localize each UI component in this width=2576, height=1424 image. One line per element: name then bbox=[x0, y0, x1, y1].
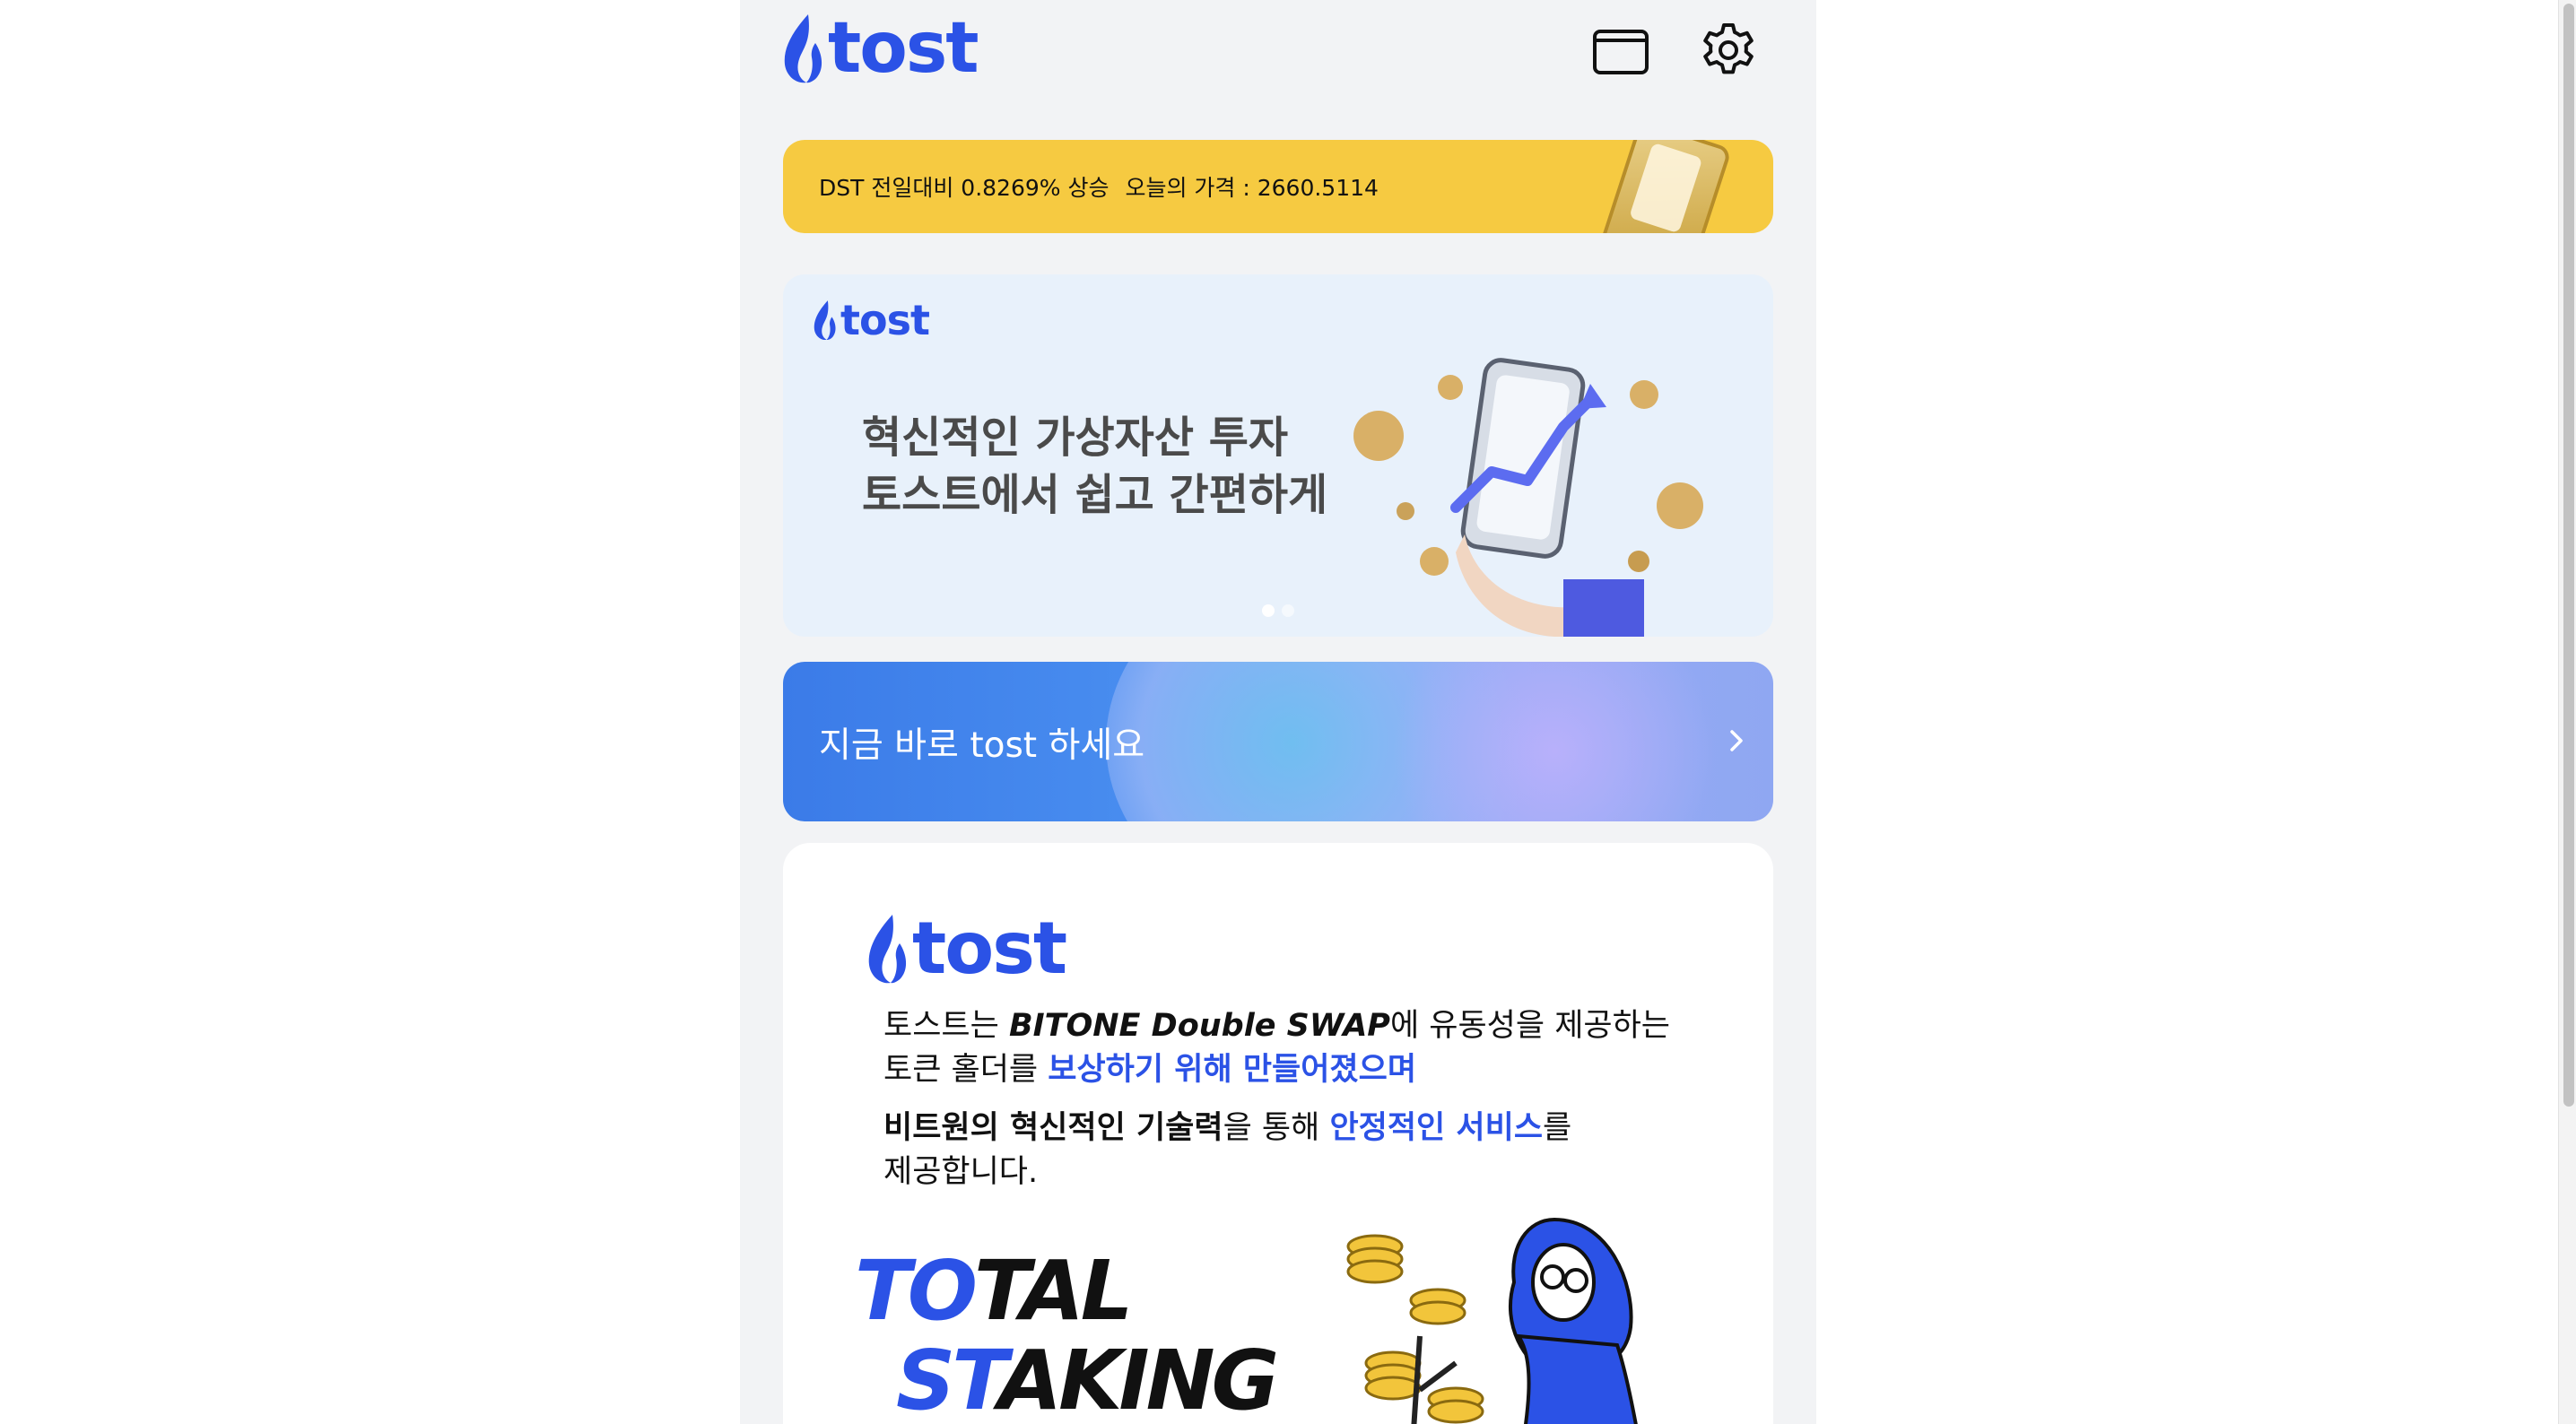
p2-a: 비트원의 혁신적인 기술력 bbox=[883, 1110, 1223, 1146]
flame-icon bbox=[784, 14, 822, 83]
app-container: tost DST 전일대비 0.8269% 상승 오늘의 가격 : 2660.51… bbox=[740, 0, 1816, 1424]
phone-hand-illustration bbox=[1353, 358, 1703, 637]
total-1a: TO bbox=[855, 1243, 978, 1339]
chevron-right-icon bbox=[1730, 730, 1743, 751]
total-line-1: TOTAL bbox=[855, 1243, 1133, 1339]
scrollbar-thumb[interactable] bbox=[2563, 4, 2574, 1107]
carousel-dot-1[interactable] bbox=[1262, 604, 1275, 617]
wallet-icon bbox=[1593, 30, 1649, 74]
p2-e: 제공합니다. bbox=[883, 1154, 1039, 1190]
start-tost-button[interactable]: 지금 바로 tost 하세요 bbox=[783, 662, 1773, 821]
total-1b: TAL bbox=[973, 1243, 1133, 1339]
brand-name: tost bbox=[828, 8, 979, 89]
brand-logo[interactable]: tost bbox=[781, 8, 979, 89]
total-line-2: STAKING bbox=[896, 1333, 1279, 1424]
p1-b: BITONE Double SWAP bbox=[1008, 1008, 1390, 1044]
banner-title-line1: 혁신적인 가상자산 투자 bbox=[862, 412, 1289, 463]
p1-a: 토스트는 bbox=[883, 1008, 1009, 1044]
promo-banner[interactable]: tost 혁신적인 가상자산 투자 토스트에서 쉽고 간편하게 bbox=[783, 274, 1773, 637]
p2-d: 를 bbox=[1543, 1110, 1572, 1146]
price-ticker: DST 전일대비 0.8269% 상승 오늘의 가격 : 2660.5114 bbox=[783, 140, 1773, 233]
info-paragraph-1: 토스트는 BITONE Double SWAP에 유동성을 제공하는 토큰 홀더… bbox=[883, 1004, 1670, 1092]
info-logo: tost bbox=[866, 907, 1067, 990]
flame-icon bbox=[814, 300, 836, 341]
ticker-text: DST 전일대비 0.8269% 상승 오늘의 가격 : 2660.5114 bbox=[819, 170, 1395, 203]
p2-c: 안정적인 서비스 bbox=[1329, 1110, 1544, 1146]
today-price-text: 오늘의 가격 : 2660.5114 bbox=[1125, 175, 1379, 201]
p1-d: 토큰 홀더를 bbox=[883, 1052, 1049, 1088]
woman-coin-illustration bbox=[1346, 1217, 1638, 1424]
p1-e: 보상하기 위해 만들어졌으며 bbox=[1048, 1052, 1417, 1088]
total-staking-title: TOTAL STAKING bbox=[855, 1243, 1279, 1424]
total-2a: ST bbox=[896, 1333, 1002, 1424]
gear-icon bbox=[1703, 23, 1754, 74]
price-change-text: DST 전일대비 0.8269% 상승 bbox=[819, 175, 1110, 201]
wallet-button[interactable] bbox=[1590, 20, 1651, 81]
cta-label: 지금 바로 tost 하세요 bbox=[819, 725, 1145, 766]
info-brand: tost bbox=[912, 907, 1067, 990]
p1-c: 에 유동성을 제공하는 bbox=[1389, 1008, 1671, 1044]
banner-title: 혁신적인 가상자산 투자 토스트에서 쉽고 간편하게 bbox=[862, 409, 1327, 524]
flame-icon bbox=[868, 915, 907, 984]
banner-logo: tost bbox=[812, 296, 930, 344]
banner-title-line2: 토스트에서 쉽고 간편하게 bbox=[862, 470, 1328, 520]
p2-b: 을 통해 bbox=[1223, 1110, 1330, 1146]
total-2b: AKING bbox=[997, 1333, 1279, 1424]
carousel-dots bbox=[783, 604, 1773, 617]
header: tost bbox=[740, 0, 1816, 108]
carousel-dot-2[interactable] bbox=[1282, 604, 1294, 617]
banner-brand: tost bbox=[840, 296, 930, 344]
info-card: tost 토스트는 BITONE Double SWAP에 유동성을 제공하는 … bbox=[783, 843, 1773, 1424]
info-paragraph-2: 비트원의 혁신적인 기술력을 통해 안정적인 서비스를 제공합니다. bbox=[883, 1107, 1571, 1194]
gold-card-image bbox=[1598, 140, 1733, 233]
settings-button[interactable] bbox=[1698, 20, 1759, 81]
